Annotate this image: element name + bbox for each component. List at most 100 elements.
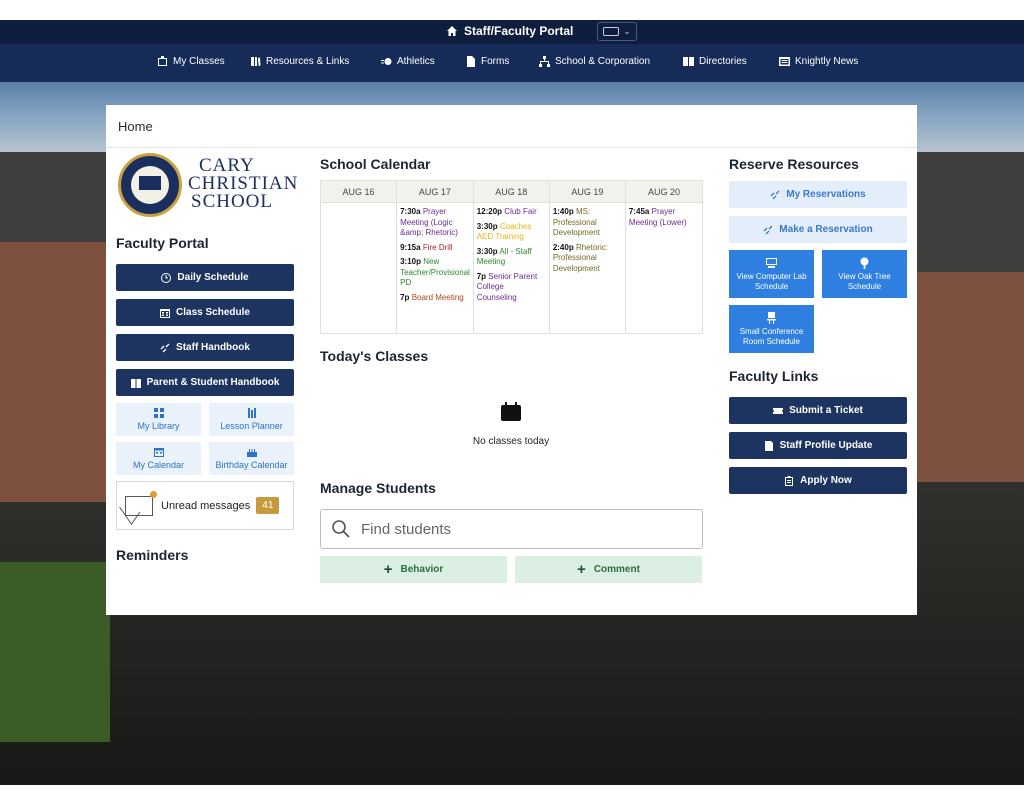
nav-label: School & Corporation	[555, 56, 651, 67]
lesson-planner-tile[interactable]: Lesson Planner	[209, 403, 294, 436]
tile-label: Lesson Planner	[220, 421, 283, 431]
button-label: Parent & Student Handbook	[146, 377, 280, 388]
messages-label: Unread messages	[161, 499, 251, 512]
search-input[interactable]	[361, 520, 681, 538]
building-right	[917, 152, 1024, 482]
calendar-event[interactable]: 7:45a Prayer Meeting (Lower)	[629, 207, 699, 228]
view-computer-lab-button[interactable]: View Computer Lab Schedule	[729, 250, 814, 298]
messages-count-badge: 41	[256, 497, 280, 514]
link-icon	[770, 190, 780, 199]
calendar-grid-icon	[160, 308, 171, 318]
calendar-event[interactable]: 7p Board Meeting	[400, 293, 470, 304]
calendar-day: AUG 17 7:30a Prayer Meeting (Logic &amp;…	[397, 181, 474, 333]
nav-label: My Classes	[173, 56, 225, 67]
portal-title-label: Staff/Faculty Portal	[464, 24, 574, 38]
calendar-day-header: AUG 18	[473, 181, 549, 203]
classroom-icon	[158, 56, 167, 66]
faculty-links-heading: Faculty Links	[729, 368, 819, 384]
divider	[106, 147, 917, 148]
lawn	[0, 562, 110, 742]
button-label: Staff Handbook	[176, 342, 250, 353]
nav-label: Resources & Links	[266, 56, 350, 67]
my-reservations-button[interactable]: My Reservations	[729, 181, 907, 208]
apply-now-button[interactable]: Apply Now	[729, 467, 907, 494]
nav-label: Forms	[481, 56, 510, 67]
breadcrumb[interactable]: Home	[118, 119, 153, 134]
grid-icon	[153, 408, 164, 418]
athletics-icon	[381, 58, 392, 65]
calendar-event[interactable]: 7:30a Prayer Meeting (Logic &amp; Rhetor…	[400, 207, 470, 239]
calendar-event[interactable]: 12:20p Club Fair	[477, 207, 546, 218]
daily-schedule-button[interactable]: Daily Schedule	[116, 264, 294, 291]
nav-directories[interactable]: Directories	[683, 56, 747, 67]
main-nav: My Classes Resources & Links Athletics F…	[0, 44, 1024, 82]
reserve-resources-heading: Reserve Resources	[729, 156, 859, 172]
switcher-icon	[603, 27, 620, 36]
my-library-tile[interactable]: My Library	[116, 403, 201, 436]
portal-bar: Staff/Faculty Portal ⌄	[0, 20, 1024, 44]
tile-label: My Library	[137, 421, 180, 431]
nav-athletics[interactable]: Athletics	[381, 56, 435, 67]
calendar-event[interactable]: 3:30p All - Staff Meeting	[477, 247, 546, 268]
no-classes-text: No classes today	[472, 436, 550, 447]
calendar-icon	[153, 448, 164, 457]
button-label: Daily Schedule	[177, 272, 249, 283]
school-logo: CARY CHRISTIAN SCHOOL	[118, 153, 299, 221]
tile-label: Birthday Calendar	[215, 460, 288, 470]
nav-resources-links[interactable]: Resources & Links	[250, 56, 349, 67]
comment-button[interactable]: + Comment	[515, 556, 702, 583]
button-label: Submit a Ticket	[789, 405, 863, 416]
calendar-day-header: AUG 16	[321, 181, 397, 203]
make-reservation-button[interactable]: Make a Reservation	[729, 216, 907, 243]
staff-profile-update-button[interactable]: Staff Profile Update	[729, 432, 907, 459]
school-calendar: AUG 16 AUG 17 7:30a Prayer Meeting (Logi…	[320, 180, 703, 334]
portal-title[interactable]: Staff/Faculty Portal	[446, 24, 573, 38]
find-students-search[interactable]	[320, 509, 703, 549]
button-label: Make a Reservation	[779, 224, 873, 235]
unread-messages[interactable]: Unread messages 41	[116, 481, 294, 530]
nav-knightly-news[interactable]: Knightly News	[779, 56, 858, 67]
button-label: Schedule	[847, 281, 882, 291]
portal-switcher[interactable]: ⌄	[597, 22, 637, 41]
button-label: View Oak Tree	[838, 271, 891, 281]
parent-student-handbook-button[interactable]: Parent & Student Handbook	[116, 369, 294, 396]
staff-handbook-button[interactable]: Staff Handbook	[116, 334, 294, 361]
calendar-event[interactable]: 3:30p Coaches AED Training	[477, 222, 546, 243]
view-oak-tree-button[interactable]: View Oak Tree Schedule	[822, 250, 907, 298]
submit-ticket-button[interactable]: Submit a Ticket	[729, 397, 907, 424]
calendar-event[interactable]: 3:10p New Teacher/Provisional PD	[400, 257, 470, 289]
tile-label: My Calendar	[132, 460, 185, 470]
behavior-button[interactable]: + Behavior	[320, 556, 507, 583]
top-margin	[0, 0, 1024, 20]
bottom-margin	[0, 785, 1024, 809]
small-conference-room-button[interactable]: Small Conference Room Schedule	[729, 305, 814, 353]
todays-classes-heading: Today's Classes	[320, 348, 429, 364]
cake-icon	[246, 449, 257, 457]
button-label: Staff Profile Update	[779, 440, 873, 451]
conference-chair-icon	[767, 311, 776, 324]
notification-dot	[150, 491, 157, 498]
calendar-day: AUG 19 1:40p MS: Professional Developmen…	[549, 181, 626, 333]
nav-forms[interactable]: Forms	[465, 56, 509, 67]
button-label: Room Schedule	[743, 336, 800, 346]
button-label: Small Conference	[739, 326, 804, 336]
birthday-calendar-tile[interactable]: Birthday Calendar	[209, 442, 294, 475]
calendar-event[interactable]: 7p Senior Parent College Counseling	[477, 272, 546, 304]
button-label: My Reservations	[786, 189, 866, 200]
class-schedule-button[interactable]: Class Schedule	[116, 299, 294, 326]
calendar-day-header: AUG 17	[397, 181, 473, 203]
calendar-event[interactable]: 1:40p MS: Professional Development	[553, 207, 622, 239]
my-calendar-tile[interactable]: My Calendar	[116, 442, 201, 475]
calendar-event[interactable]: 2:40p Rhetoric: Professional Development	[553, 243, 622, 275]
school-name: CARY CHRISTIAN SCHOOL	[188, 155, 299, 212]
manage-students-heading: Manage Students	[320, 480, 436, 496]
calendar-day-header: AUG 19	[549, 181, 625, 203]
nav-school-corporation[interactable]: School & Corporation	[539, 56, 650, 67]
faculty-portal-heading: Faculty Portal	[116, 235, 209, 251]
calendar-day: AUG 20 7:45a Prayer Meeting (Lower)	[625, 181, 703, 333]
nav-my-classes[interactable]: My Classes	[157, 56, 225, 67]
calendar-event[interactable]: 9:15a Fire Drill	[400, 243, 470, 254]
building-left	[0, 152, 106, 502]
school-calendar-heading: School Calendar	[320, 156, 431, 172]
nav-label: Knightly News	[795, 56, 859, 67]
